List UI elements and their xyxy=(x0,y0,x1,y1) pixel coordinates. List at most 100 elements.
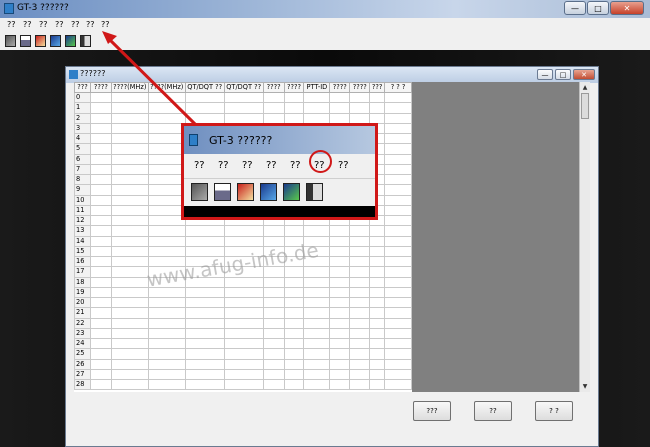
column-header[interactable]: QT/DQT ?? xyxy=(184,82,225,93)
table-cell[interactable] xyxy=(147,378,186,391)
table-cell[interactable] xyxy=(184,368,225,381)
table-cell[interactable] xyxy=(147,194,186,206)
table-cell[interactable] xyxy=(303,296,331,309)
table-cell[interactable] xyxy=(262,307,285,319)
table-cell[interactable] xyxy=(369,225,386,237)
table-cell[interactable] xyxy=(262,296,285,309)
table-cell[interactable] xyxy=(349,276,371,288)
table-cell[interactable] xyxy=(110,214,149,227)
table-cell[interactable] xyxy=(384,255,412,268)
table-cell[interactable] xyxy=(262,317,285,329)
table-cell[interactable] xyxy=(369,276,386,288)
table-cell[interactable] xyxy=(110,102,149,114)
menu-item-6[interactable]: ?? xyxy=(86,20,95,29)
table-cell[interactable] xyxy=(369,255,386,268)
table-cell[interactable] xyxy=(110,296,149,309)
table-cell[interactable] xyxy=(223,348,264,360)
table-cell[interactable] xyxy=(89,153,112,165)
scroll-down-icon[interactable]: ▼ xyxy=(580,381,590,392)
table-cell[interactable] xyxy=(283,91,305,104)
table-cell[interactable] xyxy=(184,112,225,124)
table-cell[interactable] xyxy=(184,327,225,340)
column-header[interactable]: PTT-ID xyxy=(303,82,331,93)
table-cell[interactable] xyxy=(384,348,412,360)
table-cell[interactable] xyxy=(110,266,149,278)
table-cell[interactable] xyxy=(223,296,264,309)
table-cell[interactable] xyxy=(384,368,412,381)
table-row[interactable]: 13 xyxy=(74,225,412,237)
table-cell[interactable] xyxy=(369,112,386,124)
table-cell[interactable] xyxy=(147,358,186,370)
table-cell[interactable] xyxy=(262,276,285,288)
table-row[interactable]: 27 xyxy=(74,368,412,381)
read-radio-icon[interactable] xyxy=(50,35,61,47)
table-cell[interactable] xyxy=(110,235,149,247)
table-cell[interactable] xyxy=(384,327,412,340)
table-row[interactable]: 23 xyxy=(74,327,412,340)
table-cell[interactable] xyxy=(147,184,186,196)
table-cell[interactable] xyxy=(384,358,412,370)
column-header[interactable]: ??? xyxy=(369,82,386,93)
table-cell[interactable] xyxy=(110,378,149,391)
column-header[interactable]: ???? xyxy=(262,82,285,93)
table-row[interactable]: 22 xyxy=(74,317,412,329)
table-cell[interactable] xyxy=(89,225,112,237)
table-cell[interactable] xyxy=(223,225,264,237)
table-cell[interactable] xyxy=(89,266,112,278)
table-cell[interactable] xyxy=(349,317,371,329)
table-cell[interactable] xyxy=(110,358,149,370)
table-cell[interactable] xyxy=(89,255,112,268)
table-cell[interactable] xyxy=(147,317,186,329)
table-cell[interactable] xyxy=(223,102,264,114)
table-cell[interactable] xyxy=(89,214,112,227)
table-cell[interactable] xyxy=(384,214,412,227)
exit-icon[interactable] xyxy=(80,35,91,47)
table-cell[interactable] xyxy=(303,368,331,381)
table-cell[interactable] xyxy=(184,225,225,237)
table-cell[interactable] xyxy=(147,214,186,227)
table-cell[interactable] xyxy=(223,368,264,381)
table-cell[interactable] xyxy=(89,378,112,391)
table-cell[interactable] xyxy=(110,327,149,340)
table-row[interactable]: 20 xyxy=(74,296,412,309)
table-cell[interactable] xyxy=(329,348,351,360)
table-cell[interactable] xyxy=(110,132,149,145)
table-cell[interactable] xyxy=(329,368,351,381)
table-cell[interactable] xyxy=(303,307,331,319)
column-header[interactable]: QT/DQT ?? xyxy=(223,82,264,93)
table-cell[interactable] xyxy=(283,296,305,309)
table-cell[interactable] xyxy=(283,337,305,350)
table-cell[interactable] xyxy=(384,337,412,350)
table-cell[interactable] xyxy=(262,358,285,370)
table-cell[interactable] xyxy=(89,245,112,258)
table-cell[interactable] xyxy=(349,358,371,370)
table-cell[interactable] xyxy=(384,112,412,124)
table-cell[interactable] xyxy=(110,173,149,186)
table-cell[interactable] xyxy=(184,337,225,350)
table-cell[interactable] xyxy=(110,368,149,381)
table-row[interactable]: 14 xyxy=(74,235,412,247)
table-cell[interactable] xyxy=(147,163,186,176)
table-row[interactable]: 25 xyxy=(74,348,412,360)
maximize-button[interactable]: □ xyxy=(587,1,609,15)
table-cell[interactable] xyxy=(349,255,371,268)
table-cell[interactable] xyxy=(283,286,305,299)
table-cell[interactable] xyxy=(329,307,351,319)
table-cell[interactable] xyxy=(369,307,386,319)
table-cell[interactable] xyxy=(184,307,225,319)
table-row[interactable]: 0 xyxy=(74,91,412,104)
table-cell[interactable] xyxy=(283,348,305,360)
vertical-scrollbar[interactable]: ▲ ▼ xyxy=(579,82,590,392)
menu-item-5[interactable]: ?? xyxy=(71,20,80,29)
table-cell[interactable] xyxy=(369,368,386,381)
table-cell[interactable] xyxy=(184,102,225,114)
table-cell[interactable] xyxy=(369,102,386,114)
column-header[interactable]: ??? xyxy=(74,82,91,93)
table-cell[interactable] xyxy=(283,266,305,278)
table-cell[interactable] xyxy=(283,317,305,329)
table-cell[interactable] xyxy=(369,327,386,340)
table-row[interactable]: 24 xyxy=(74,337,412,350)
table-cell[interactable] xyxy=(89,368,112,381)
table-cell[interactable] xyxy=(110,225,149,237)
column-header[interactable]: ????(MHz) xyxy=(147,82,186,93)
